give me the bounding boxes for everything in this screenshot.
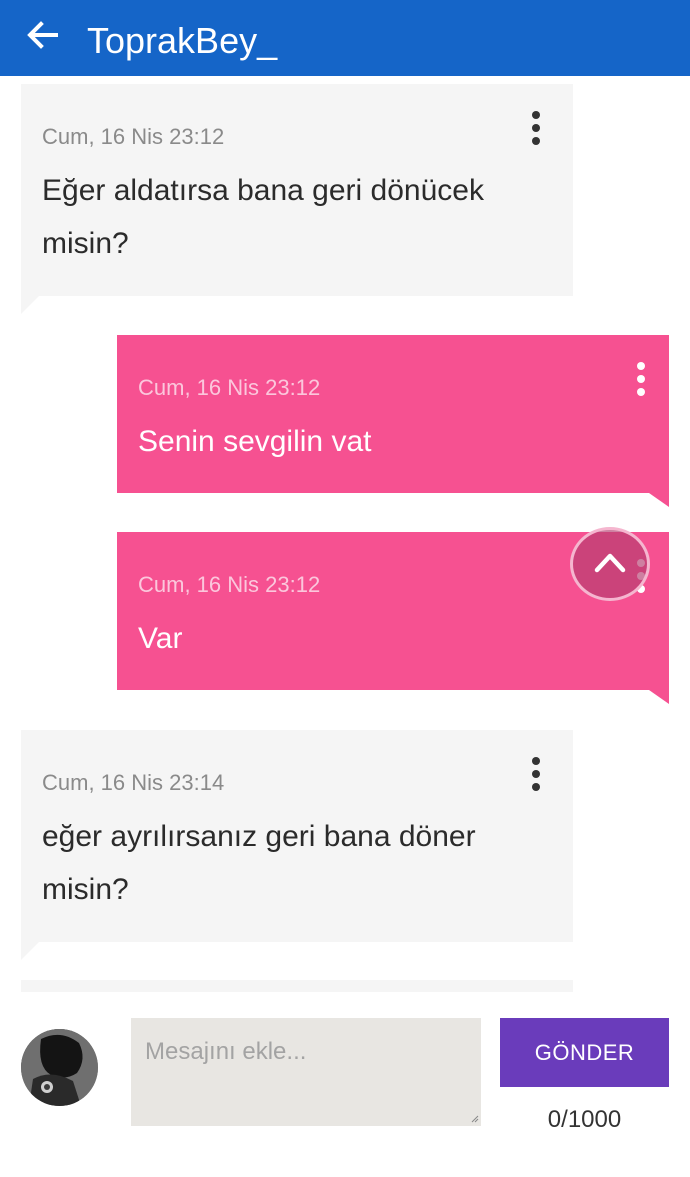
message-text-line: Eğer aldatırsa bana geri dönücek [42,174,484,207]
message-options-button[interactable] [626,359,656,399]
chevron-up-icon [594,553,626,573]
message-text: Eğer aldatırsa bana geri dönücek misin? [42,164,484,270]
message-received-partial [21,980,573,992]
character-counter: 0/1000 [547,1106,622,1133]
message-received: Cum, 16 Nis 23:14 eğer ayrılırsanız geri… [21,730,573,960]
message-text-line: misin? [42,873,129,906]
message-input[interactable] [131,1018,481,1126]
message-text: Var [138,612,182,665]
scroll-to-top-button[interactable] [570,527,650,601]
avatar-image [21,1029,98,1106]
resize-grip-icon[interactable] [471,1115,479,1123]
arrow-left-icon [27,21,58,49]
app-bar: ToprakBey_ [0,0,690,76]
message-timestamp: Cum, 16 Nis 23:14 [42,770,225,795]
message-sent: Cum, 16 Nis 23:12 Senin sevgilin vat [117,335,669,507]
message-text: eğer ayrılırsanız geri bana döner misin? [42,810,476,916]
conversation-title: ToprakBey_ [87,20,278,61]
more-vertical-icon [532,111,540,145]
message-timestamp: Cum, 16 Nis 23:12 [138,375,321,400]
message-options-button[interactable] [521,108,551,148]
message-text: Senin sevgilin vat [138,415,371,468]
message-text-line: Var [138,622,183,655]
message-timestamp: Cum, 16 Nis 23:12 [42,124,225,149]
message-text-line: Senin sevgilin vat [138,425,372,458]
more-vertical-icon [532,757,540,791]
avatar [21,1029,98,1106]
message-received: Cum, 16 Nis 23:12 Eğer aldatırsa bana ge… [21,84,573,314]
message-options-button[interactable] [521,754,551,794]
message-text-line: misin? [42,227,129,260]
send-button[interactable]: GÖNDER [500,1018,669,1087]
more-vertical-icon [637,362,645,396]
message-timestamp: Cum, 16 Nis 23:12 [138,572,321,597]
back-button[interactable] [22,16,62,56]
message-text-line: eğer ayrılırsanız geri bana döner [42,820,476,853]
